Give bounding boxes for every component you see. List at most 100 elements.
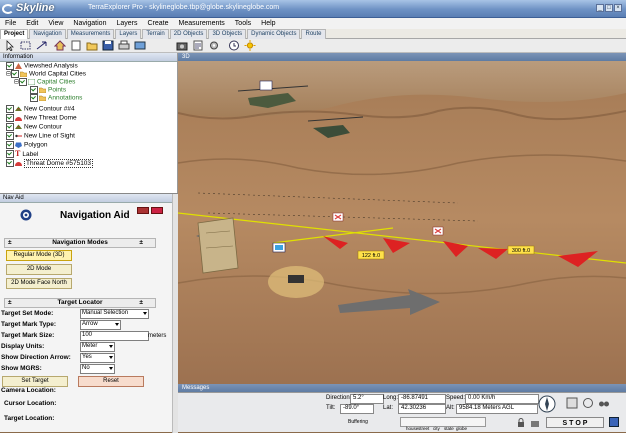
tree-item-contour-4[interactable]: New Contour ##4 xyxy=(6,105,75,113)
show-direction-arrow-select[interactable]: Yes xyxy=(80,353,115,363)
3d-viewport[interactable]: 122 ft.0 300 ft.0 xyxy=(178,53,626,386)
checkbox[interactable] xyxy=(6,105,14,113)
display-units-label: Display Units: xyxy=(1,343,45,350)
nav-aid-close-icon[interactable] xyxy=(151,207,163,214)
tree-item-label[interactable]: T Label xyxy=(6,150,38,159)
checkbox[interactable] xyxy=(19,78,28,86)
set-target-button[interactable]: Set Target xyxy=(2,376,68,387)
menu-bar: File Edit View Navigation Layers Create Measur… xyxy=(0,18,626,29)
checkbox[interactable] xyxy=(6,141,14,149)
target-mark-type-select[interactable]: Arrow xyxy=(80,320,121,330)
close-button[interactable]: × xyxy=(614,4,622,12)
checkbox[interactable] xyxy=(6,123,14,131)
pointer-icon[interactable] xyxy=(4,40,16,51)
menu-measurements[interactable]: Measurements xyxy=(174,18,230,29)
tab-2d-objects[interactable]: 2D Objects xyxy=(169,29,208,39)
target-locator-header[interactable]: ± Target Locator ± xyxy=(4,298,156,308)
home-icon[interactable] xyxy=(54,40,66,51)
checkbox[interactable] xyxy=(6,114,14,122)
checkbox[interactable] xyxy=(30,94,38,102)
snapshot-icon[interactable] xyxy=(176,40,188,51)
tree-item-world-capital-cities[interactable]: ⊟ World Capital Cities xyxy=(6,70,86,78)
tilt-control-icon[interactable] xyxy=(566,397,578,409)
target-set-mode-select[interactable]: Manual Selection xyxy=(80,309,149,319)
select-region-icon[interactable] xyxy=(20,40,32,51)
binoculars-icon[interactable] xyxy=(598,397,610,409)
minimize-button[interactable]: _ xyxy=(596,4,604,12)
menu-navigation[interactable]: Navigation xyxy=(68,18,111,29)
menu-layers[interactable]: Layers xyxy=(111,18,142,29)
stop-button[interactable]: S T O P xyxy=(546,417,604,428)
tree-item-threat-dome[interactable]: New Threat Dome xyxy=(6,114,77,122)
tree-item-viewshed[interactable]: Viewshed Analysis xyxy=(6,62,78,70)
layer-icon xyxy=(28,79,36,85)
menu-view[interactable]: View xyxy=(43,18,68,29)
tilt-value: -89.0° xyxy=(340,404,374,414)
rotate-icon[interactable] xyxy=(582,397,594,409)
print-icon[interactable] xyxy=(118,40,130,51)
properties-icon[interactable] xyxy=(192,40,204,51)
checkbox[interactable] xyxy=(11,70,20,78)
menu-edit[interactable]: Edit xyxy=(21,18,43,29)
checkbox[interactable] xyxy=(6,62,14,70)
tree-item-annotations[interactable]: Annotations xyxy=(30,94,82,102)
sun-icon[interactable] xyxy=(244,40,256,51)
menu-create[interactable]: Create xyxy=(142,18,173,29)
target-mark-size-input[interactable]: 100 xyxy=(80,331,149,341)
tree-item-threat-dome-575103[interactable]: Threat Dome #575103 xyxy=(6,158,94,168)
zoom-globe[interactable]: globe xyxy=(456,426,467,431)
navigation-modes-header[interactable]: ± Navigation Modes ± xyxy=(4,238,156,248)
compass-icon[interactable] xyxy=(538,395,556,413)
folder-icon xyxy=(20,71,28,77)
chevron-down-icon xyxy=(143,312,147,315)
tree-item-capital-cities[interactable]: ⊟ Capital Cities xyxy=(14,78,75,86)
tree-item-polygon[interactable]: Polygon xyxy=(6,141,48,149)
2d-mode-button[interactable]: 2D Mode xyxy=(6,264,72,275)
tab-measurements[interactable]: Measurements xyxy=(66,29,115,39)
tree-item-line-of-sight[interactable]: New Line of Sight xyxy=(6,132,75,140)
zoom-street[interactable]: street xyxy=(418,426,429,431)
tab-3d-objects[interactable]: 3D Objects xyxy=(208,29,247,39)
fullscreen-icon[interactable] xyxy=(609,417,619,427)
zoom-house[interactable]: house xyxy=(406,426,418,431)
messages-bar[interactable]: Messages xyxy=(178,384,626,392)
tab-dynamic-objects[interactable]: Dynamic Objects xyxy=(247,29,301,39)
tab-route[interactable]: Route xyxy=(301,29,326,39)
save-icon[interactable] xyxy=(102,40,114,51)
menu-help[interactable]: Help xyxy=(256,18,280,29)
open-folder-icon[interactable] xyxy=(86,40,98,51)
zoom-state[interactable]: state xyxy=(444,426,454,431)
2d-mode-face-north-button[interactable]: 2D Mode Face North xyxy=(6,278,72,289)
clock-icon[interactable] xyxy=(228,40,240,51)
regular-mode-button[interactable]: Regular Mode (3D) xyxy=(6,250,72,261)
new-document-icon[interactable] xyxy=(70,40,82,51)
lock-icon[interactable] xyxy=(516,418,526,428)
tree-item-points[interactable]: Points xyxy=(30,86,66,94)
chevron-down-icon xyxy=(109,356,113,359)
fly-to-icon[interactable] xyxy=(36,40,48,51)
checkbox[interactable] xyxy=(30,86,38,94)
settings-icon[interactable] xyxy=(208,40,220,51)
tab-layers[interactable]: Layers xyxy=(115,29,142,39)
lat-label: Lat: xyxy=(383,405,394,411)
tab-terrain[interactable]: Terrain xyxy=(142,29,169,39)
checkbox[interactable] xyxy=(6,150,14,159)
display-units-select[interactable]: Meter xyxy=(80,342,115,352)
messages-label: Messages xyxy=(182,385,210,391)
reset-button[interactable]: Reset xyxy=(78,376,144,387)
tree-item-contour[interactable]: New Contour xyxy=(6,123,62,131)
zoom-city[interactable]: city xyxy=(433,426,440,431)
show-mgrs-select[interactable]: No xyxy=(80,364,115,374)
publish-icon[interactable] xyxy=(134,40,146,51)
checkbox[interactable] xyxy=(6,159,14,167)
tab-navigation[interactable]: Navigation xyxy=(29,29,66,39)
maximize-button[interactable]: □ xyxy=(605,4,613,12)
checkbox[interactable] xyxy=(6,132,14,140)
tab-project[interactable]: Project xyxy=(0,29,29,39)
alt-label: Alt: xyxy=(446,405,455,411)
camera-icon[interactable] xyxy=(530,418,540,428)
long-label: Long: xyxy=(383,395,399,401)
menu-file[interactable]: File xyxy=(0,18,21,29)
toolbar xyxy=(0,39,626,53)
menu-tools[interactable]: Tools xyxy=(230,18,256,29)
